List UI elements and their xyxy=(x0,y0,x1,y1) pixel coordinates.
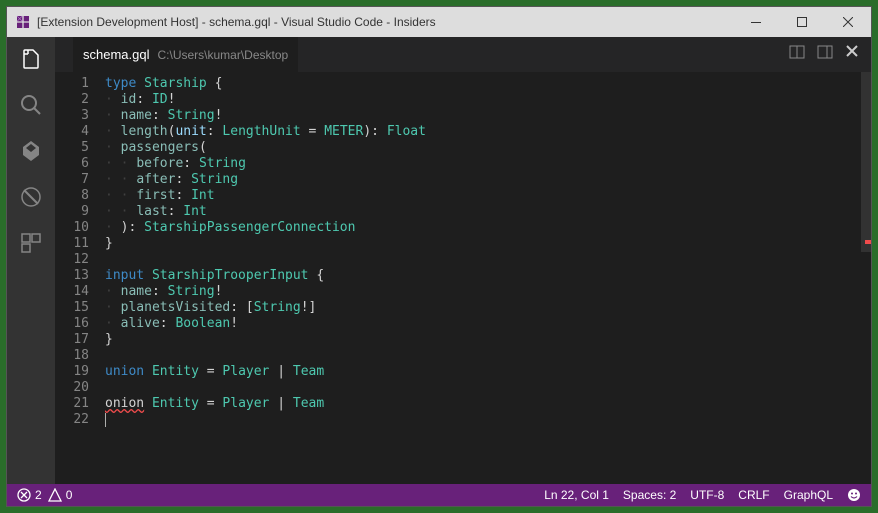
tab-filepath: C:\Users\kumar\Desktop xyxy=(157,48,288,62)
minimap[interactable] xyxy=(861,72,871,484)
minimize-button[interactable] xyxy=(733,7,779,37)
extensions-icon[interactable] xyxy=(17,229,45,257)
explorer-icon[interactable] xyxy=(17,45,45,73)
app-icon xyxy=(15,14,31,30)
search-icon[interactable] xyxy=(17,91,45,119)
window-controls xyxy=(733,7,871,37)
status-cursor-position[interactable]: Ln 22, Col 1 xyxy=(544,488,609,502)
close-tab-icon[interactable] xyxy=(845,44,859,65)
status-warnings[interactable]: 0 xyxy=(48,488,73,502)
code-editor[interactable]: 12345678910111213141516171819202122 type… xyxy=(55,72,871,484)
minimap-error-marker xyxy=(865,240,871,244)
tab-filename: schema.gql xyxy=(83,47,149,62)
app-window: [Extension Development Host] - schema.gq… xyxy=(6,6,872,507)
tab-bar: schema.gql C:\Users\kumar\Desktop xyxy=(55,37,871,72)
source-control-icon[interactable] xyxy=(17,137,45,165)
status-eol[interactable]: CRLF xyxy=(738,488,769,502)
titlebar[interactable]: [Extension Development Host] - schema.gq… xyxy=(7,7,871,37)
panel-icon[interactable] xyxy=(817,44,833,65)
status-feedback-icon[interactable] xyxy=(847,488,861,502)
line-numbers: 12345678910111213141516171819202122 xyxy=(55,72,105,484)
split-editor-icon[interactable] xyxy=(789,44,805,65)
tab-schema-gql[interactable]: schema.gql C:\Users\kumar\Desktop xyxy=(73,37,298,72)
status-indentation[interactable]: Spaces: 2 xyxy=(623,488,676,502)
window-title: [Extension Development Host] - schema.gq… xyxy=(37,15,436,29)
maximize-button[interactable] xyxy=(779,7,825,37)
close-button[interactable] xyxy=(825,7,871,37)
debug-icon[interactable] xyxy=(17,183,45,211)
code-content[interactable]: type Starship {· id: ID!· name: String!·… xyxy=(105,72,861,484)
editor-area: schema.gql C:\Users\kumar\Desktop 123456… xyxy=(55,37,871,484)
minimap-slider[interactable] xyxy=(861,72,871,252)
status-language[interactable]: GraphQL xyxy=(784,488,833,502)
status-errors[interactable]: 2 xyxy=(17,488,42,502)
status-bar: 2 0 Ln 22, Col 1 Spaces: 2 UTF-8 CRLF Gr… xyxy=(7,484,871,506)
status-encoding[interactable]: UTF-8 xyxy=(690,488,724,502)
activity-bar xyxy=(7,37,55,484)
